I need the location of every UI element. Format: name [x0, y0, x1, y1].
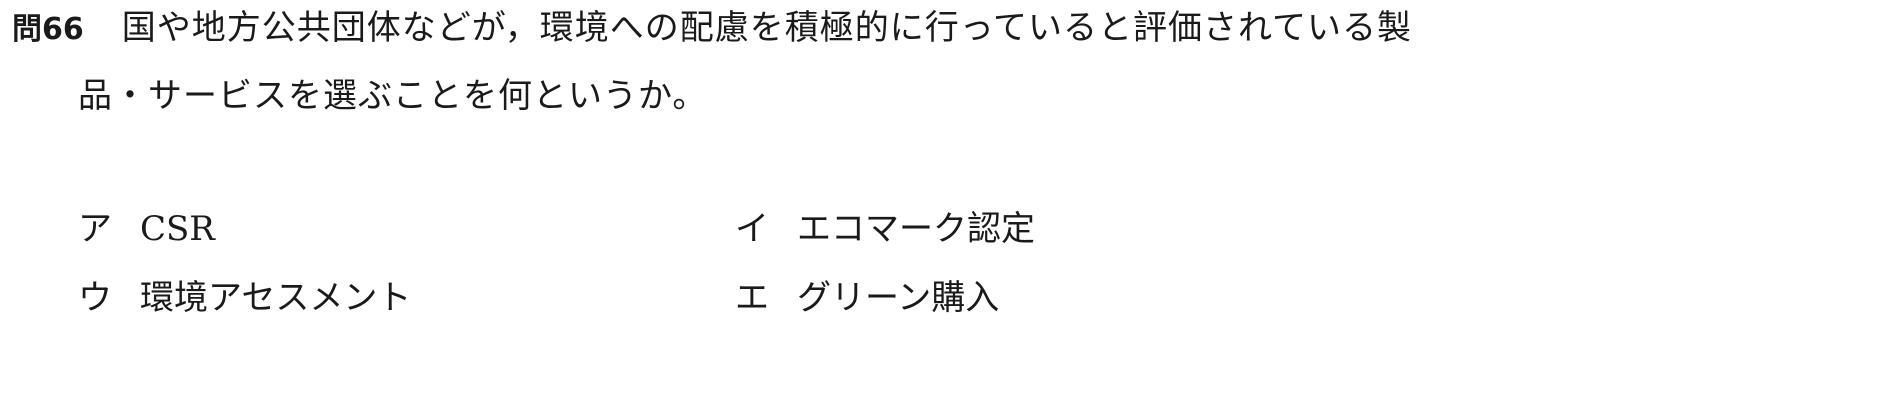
choice-a[interactable]: ア CSR	[78, 207, 215, 251]
choice-e[interactable]: エグリーン購入	[735, 276, 999, 320]
choice-mark: ア	[78, 209, 112, 249]
choice-i[interactable]: イエコマーク認定	[735, 207, 1035, 251]
choice-u[interactable]: ウ環境アセスメント	[78, 276, 411, 320]
choice-mark: エ	[735, 278, 769, 318]
question-text-line-2: 品・サービスを選ぶことを何というか。	[78, 76, 708, 116]
question-block: 問66 国や地方公共団体などが，環境への配慮を積極的に行っていると評価されている製…	[0, 0, 1897, 401]
question-text: 国や地方公共団体などが，環境への配慮を積極的に行っていると評価されている製	[121, 8, 1412, 48]
choice-text: CSR	[140, 209, 215, 249]
choice-text: エコマーク認定	[797, 209, 1035, 249]
choice-text: 環境アセスメント	[140, 278, 412, 318]
question-text-line-1: 問66 国や地方公共団体などが，環境への配慮を積極的に行っていると評価されている製	[12, 6, 1412, 52]
question-number: 問66	[12, 12, 84, 47]
choice-text: グリーン購入	[797, 278, 1000, 318]
choice-mark: ウ	[78, 278, 112, 318]
choice-mark: イ	[735, 209, 769, 249]
